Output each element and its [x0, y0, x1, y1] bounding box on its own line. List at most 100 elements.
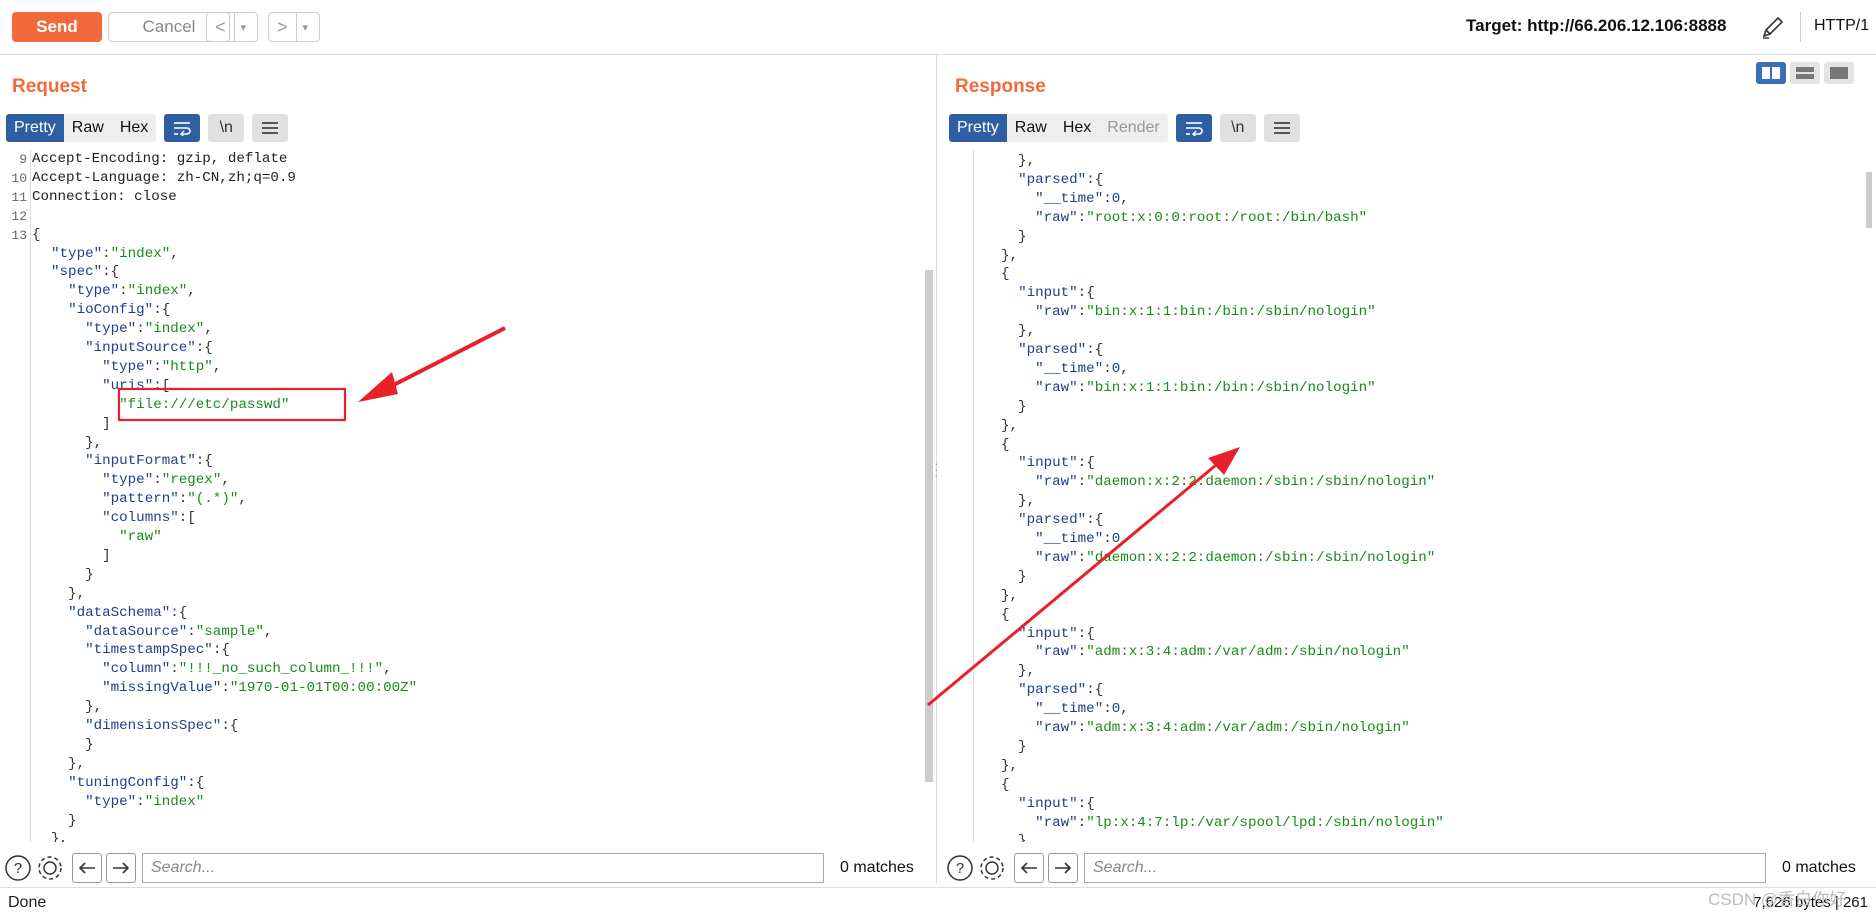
target-label: Target: http://66.206.12.106:8888 — [1466, 16, 1727, 35]
response-line: { — [984, 266, 1010, 283]
request-line: "type":"index", — [85, 321, 213, 338]
response-line: }, — [984, 247, 1019, 264]
response-line: "parsed":{ — [1018, 682, 1104, 699]
line-number: 12 — [11, 208, 27, 224]
response-line: }, — [984, 323, 1036, 340]
settings-icon[interactable] — [978, 854, 1006, 882]
line-number: 13 — [11, 227, 27, 243]
request-line: "dataSchema":{ — [68, 604, 188, 621]
response-line: }, — [984, 153, 1036, 169]
request-searchbar: ? Search... 0 matches — [4, 851, 914, 885]
request-line: "inputSource":{ — [85, 340, 213, 356]
response-line: "parsed":{ — [1018, 171, 1104, 188]
response-line: "raw":"adm:x:3:4:adm:/var/adm:/sbin/nolo… — [1035, 644, 1410, 661]
request-line: "inputFormat":{ — [85, 453, 213, 470]
request-line: "type":"http", — [102, 358, 222, 375]
status-bar: Done 7,626 bytes | 261 — [0, 887, 1876, 918]
request-line: ] — [34, 547, 111, 564]
request-tab-raw[interactable]: Raw — [63, 114, 112, 142]
svg-text:?: ? — [14, 860, 22, 877]
response-line: } — [984, 738, 1027, 755]
forward-nav-group[interactable]: > ▾ — [268, 12, 320, 42]
request-editor[interactable]: 9 10 11 12 13 Accept-Encoding: gzip, deflate… — [2, 150, 927, 842]
response-line: "input":{ — [1018, 625, 1095, 642]
request-line: }, — [34, 585, 86, 602]
response-tab-hex[interactable]: Hex — [1054, 114, 1100, 142]
response-search-input[interactable]: Search... — [1084, 853, 1766, 883]
request-line: } — [34, 812, 77, 829]
request-line: }, — [34, 755, 86, 772]
response-line: }, — [984, 417, 1019, 434]
response-searchbar: ? Search... 0 matches — [946, 851, 1856, 885]
request-match-count: 0 matches — [840, 859, 914, 876]
response-tab-raw[interactable]: Raw — [1006, 114, 1055, 142]
request-line: "missingValue":"1970-01-01T00:00:00Z" — [102, 680, 418, 697]
response-line: "__time":0, — [1035, 531, 1129, 547]
menu-icon[interactable] — [252, 114, 289, 142]
request-line: } — [34, 736, 94, 753]
line-number: 11 — [11, 189, 27, 205]
line-number: 9 — [19, 152, 27, 167]
wrap-icon[interactable] — [1175, 114, 1212, 142]
response-scrollbar[interactable] — [1866, 172, 1872, 228]
forward-button[interactable]: > — [269, 17, 296, 38]
protocol-label[interactable]: HTTP/1 — [1814, 17, 1869, 35]
arrow-right-icon[interactable] — [1048, 853, 1078, 883]
response-line: "input":{ — [1018, 455, 1095, 472]
response-tab-pretty[interactable]: Pretty — [949, 114, 1007, 142]
layout-horizontal-icon[interactable] — [1790, 62, 1820, 84]
request-line: } — [34, 566, 94, 583]
request-tab-hex[interactable]: Hex — [111, 114, 157, 142]
request-line: "pattern":"(.*)", — [102, 491, 247, 508]
response-line: "raw":"adm:x:3:4:adm:/var/adm:/sbin/nolo… — [1035, 720, 1410, 736]
request-line-gutter: 9 10 11 12 13 — [2, 150, 31, 842]
response-line: { — [984, 776, 1010, 793]
response-line: }, — [984, 663, 1036, 680]
layout-single-icon[interactable] — [1824, 62, 1854, 84]
request-line: "columns":[ — [102, 510, 196, 527]
request-line: "dataSource":"sample", — [85, 623, 273, 640]
newline-toggle-button[interactable]: \n — [208, 114, 245, 142]
request-tabs: Pretty Raw Hex \n — [6, 114, 289, 142]
response-line: "raw":"bin:x:1:1:bin:/bin:/sbin/nologin" — [1035, 379, 1376, 396]
response-line: { — [984, 436, 1010, 453]
request-line: "tuningConfig":{ — [68, 774, 205, 791]
forward-dropdown-icon[interactable]: ▾ — [295, 13, 315, 41]
back-dropdown-icon[interactable]: ▾ — [233, 13, 253, 41]
request-scrollbar[interactable] — [925, 270, 933, 782]
back-nav-group[interactable]: < ▾ — [206, 12, 258, 42]
request-line: }, — [34, 699, 103, 716]
request-search-input[interactable]: Search... — [142, 853, 824, 883]
toolbar: Send Cancel < ▾ > ▾ Target: http://66.20… — [0, 0, 1876, 55]
arrow-left-icon[interactable] — [72, 853, 102, 883]
request-tab-pretty[interactable]: Pretty — [6, 114, 64, 142]
response-title: Response — [955, 76, 1046, 97]
menu-icon[interactable] — [1263, 114, 1300, 142]
arrow-right-icon[interactable] — [106, 853, 136, 883]
response-line: "parsed":{ — [1018, 342, 1104, 358]
response-line: } — [984, 398, 1027, 415]
response-match-count: 0 matches — [1782, 859, 1856, 876]
settings-icon[interactable] — [36, 854, 64, 882]
newline-toggle-button[interactable]: \n — [1219, 114, 1256, 142]
back-button[interactable]: < — [207, 17, 234, 38]
response-tab-render[interactable]: Render — [1099, 114, 1168, 142]
layout-split-icon[interactable] — [1756, 62, 1786, 84]
arrow-left-icon[interactable] — [1014, 853, 1044, 883]
response-line: "raw":"daemon:x:2:2:daemon:/sbin:/sbin/n… — [1035, 474, 1436, 491]
send-button[interactable]: Send — [12, 12, 102, 42]
pencil-icon[interactable] — [1758, 12, 1788, 42]
help-icon[interactable]: ? — [946, 854, 974, 882]
help-icon[interactable]: ? — [4, 854, 32, 882]
request-line: "raw" — [119, 529, 162, 545]
request-line: Connection: close — [32, 188, 177, 205]
response-editor[interactable]: }, "parsed":{ "__time":0, "raw":"root:x:… — [944, 150, 1864, 842]
response-line: "__time":0, — [1035, 190, 1129, 207]
response-line: } — [984, 568, 1027, 585]
request-line: "timestampSpec":{ — [85, 642, 230, 659]
request-line: ] — [34, 415, 111, 432]
wrap-icon[interactable] — [164, 114, 201, 142]
response-tabs: Pretty Raw Hex Render \n — [949, 114, 1300, 142]
pane-resize-handle[interactable]: · · · — [934, 456, 939, 482]
response-line: "raw":"root:x:0:0:root:/root:/bin/bash" — [1035, 209, 1368, 226]
